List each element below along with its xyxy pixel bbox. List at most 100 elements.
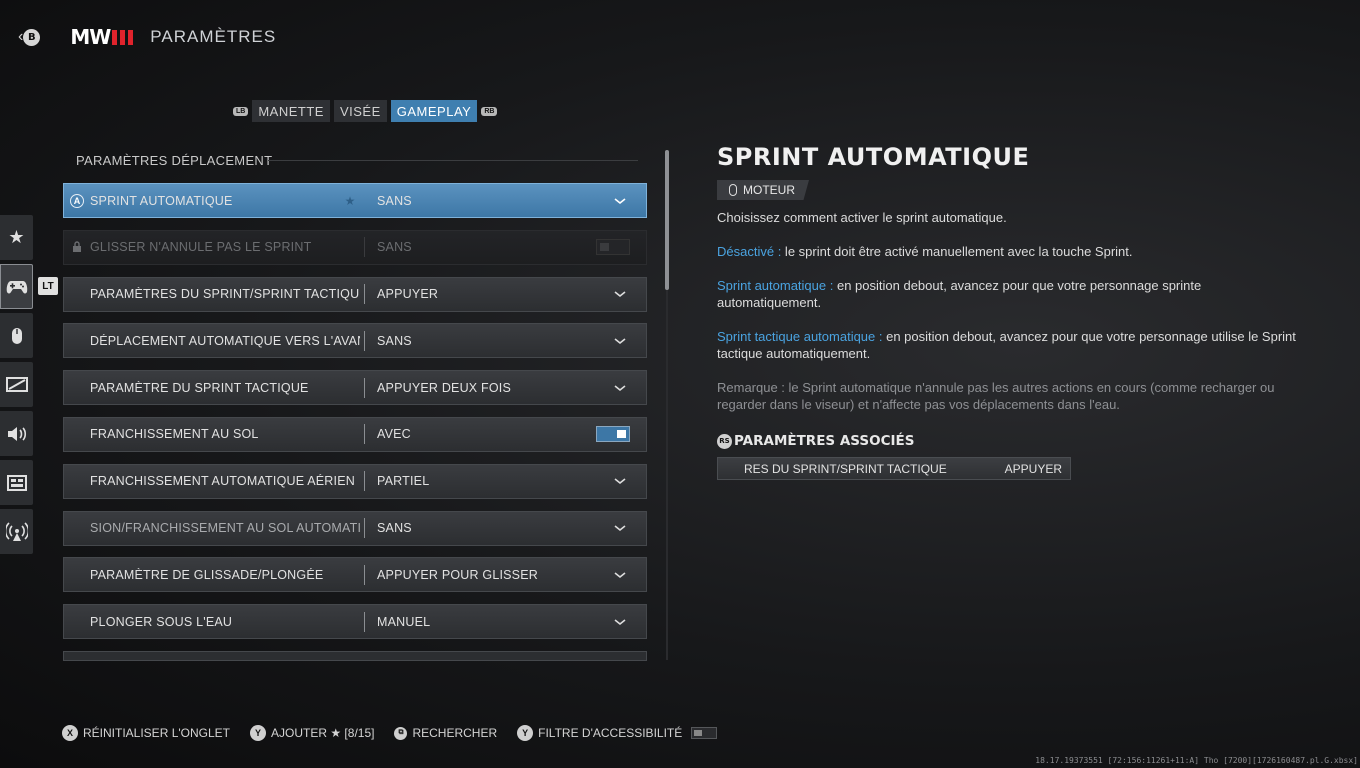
toggle-switch — [596, 239, 630, 256]
associated-setting-row[interactable]: RES DU SPRINT/SPRINT TACTIQUE APPUYER — [717, 457, 1071, 480]
chevron-down-icon[interactable] — [614, 475, 626, 487]
section-title: PARAMÈTRES DÉPLACEMENT — [76, 153, 273, 168]
detail-intro: Choisissez comment activer le sprint aut… — [717, 210, 1007, 225]
setting-row-glissade-plongee[interactable]: PARAMÈTRE DE GLISSADE/PLONGÉE APPUYER PO… — [63, 557, 647, 593]
chevron-down-icon[interactable] — [614, 616, 626, 628]
setting-label: FRANCHISSEMENT AU SOL — [90, 427, 259, 442]
search-button[interactable]: ⧉ RECHERCHER — [394, 726, 497, 740]
rb-bumper-glyph[interactable]: RB — [481, 106, 498, 116]
view-button-glyph: ⧉ — [394, 726, 408, 740]
game-logo: MW — [70, 25, 137, 49]
rail-mouse-keyboard[interactable] — [0, 313, 33, 358]
rail-audio[interactable] — [0, 411, 33, 456]
tab-gameplay[interactable]: GAMEPLAY — [390, 100, 478, 122]
category-rail: ★ — [0, 215, 33, 558]
setting-label: FRANCHISSEMENT AUTOMATIQUE AÉRIEN — [90, 474, 355, 489]
setting-label: GLISSER N'ANNULE PAS LE SPRINT — [90, 240, 312, 255]
setting-value: APPUYER DEUX FOIS — [377, 380, 511, 395]
row-divider — [364, 237, 365, 258]
chevron-down-icon[interactable] — [614, 522, 626, 534]
rail-graphics[interactable] — [0, 362, 33, 407]
detail-option-desactive: Désactivé : le sprint doit être activé m… — [717, 244, 1133, 259]
row-divider — [364, 191, 365, 211]
setting-label: PARAMÈTRE DU SPRINT TACTIQUE — [90, 380, 309, 395]
back-button[interactable]: ‹ B — [18, 28, 41, 46]
rail-interface[interactable] — [0, 460, 33, 505]
setting-row-franchissement-aerien[interactable]: FRANCHISSEMENT AUTOMATIQUE AÉRIEN PARTIE… — [63, 463, 647, 499]
page-title: PARAMÈTRES — [150, 27, 277, 46]
list-scrollbar-track[interactable] — [666, 290, 668, 660]
add-favorite-button[interactable]: Y AJOUTER ★ [8/15] — [250, 725, 374, 741]
setting-value: SANS — [377, 521, 412, 536]
header: ‹ B MW PARAMÈTRES — [18, 22, 276, 52]
setting-value: MANUEL — [377, 614, 431, 629]
chevron-down-icon[interactable] — [614, 288, 626, 300]
row-divider — [364, 471, 365, 492]
accessibility-filter-toggle[interactable] — [691, 727, 718, 739]
associated-setting-label: RES DU SPRINT/SPRINT TACTIQUE — [744, 461, 947, 476]
x-button-glyph: X — [62, 725, 78, 741]
detail-title: SPRINT AUTOMATIQUE — [717, 143, 1030, 171]
setting-value: AVEC — [377, 427, 411, 442]
setting-value: APPUYER POUR GLISSER — [377, 567, 538, 582]
settings-tabs: LB MANETTE VISÉE GAMEPLAY RB — [233, 100, 498, 122]
rail-controller[interactable] — [0, 264, 33, 309]
display-icon — [5, 376, 28, 392]
setting-label: SPRINT AUTOMATIQUE — [90, 193, 233, 208]
chevron-down-icon[interactable] — [614, 382, 626, 394]
setting-value: SANS — [377, 333, 412, 348]
chevron-down-icon[interactable] — [614, 195, 626, 207]
y-button-glyph: Y — [517, 725, 534, 741]
a-button-glyph: A — [70, 193, 84, 208]
setting-row-plonger-eau[interactable]: PLONGER SOUS L'EAU MANUEL — [63, 604, 647, 640]
rail-network[interactable] — [0, 509, 33, 554]
chevron-down-icon[interactable] — [614, 335, 626, 347]
setting-label: PARAMÈTRES DU SPRINT/SPRINT TACTIQUE — [90, 287, 360, 302]
star-icon: ★ — [8, 227, 25, 247]
setting-row-sprint-automatique[interactable]: A SPRINT AUTOMATIQUE ★ SANS — [63, 183, 647, 218]
rail-favorites[interactable]: ★ — [0, 215, 33, 260]
detail-note: Remarque : le Sprint automatique n'annul… — [717, 380, 1275, 412]
setting-row-franchissement-sol[interactable]: FRANCHISSEMENT AU SOL AVEC — [63, 416, 647, 452]
chevron-down-icon[interactable] — [614, 569, 626, 581]
associated-settings-title: RS PARAMÈTRES ASSOCIÉS — [717, 433, 915, 449]
tab-manette[interactable]: MANETTE — [252, 100, 330, 122]
detail-tag: MOTEUR — [717, 180, 809, 200]
associated-setting-value: APPUYER — [1004, 461, 1062, 476]
detail-option-sprint-tactique: Sprint tactique automatique : en positio… — [717, 329, 1296, 361]
setting-label: PARAMÈTRE DE GLISSADE/PLONGÉE — [90, 567, 324, 582]
setting-value: SANS — [377, 240, 412, 255]
row-divider — [364, 377, 365, 398]
setting-value: SANS — [377, 193, 412, 208]
rs-stick-glyph: RS — [717, 433, 732, 449]
interface-icon — [6, 474, 27, 491]
setting-row-franchissement-sol-auto[interactable]: SION/FRANCHISSEMENT AU SOL AUTOMATIQUE S… — [63, 510, 647, 546]
setting-label: PLONGER SOUS L'EAU — [90, 614, 233, 629]
setting-row-sprint-tactique[interactable]: PARAMÈTRE DU SPRINT TACTIQUE APPUYER DEU… — [63, 370, 647, 406]
toggle-switch[interactable] — [596, 426, 630, 443]
accessibility-filter-button[interactable]: Y FILTRE D'ACCESSIBILITÉ — [517, 725, 718, 741]
setting-value: PARTIEL — [377, 474, 430, 489]
favorite-star-icon[interactable]: ★ — [340, 194, 360, 208]
row-divider — [364, 284, 365, 305]
lt-trigger-glyph: LT — [38, 277, 58, 295]
row-divider — [364, 564, 365, 585]
row-divider — [364, 518, 365, 539]
speaker-icon — [7, 426, 26, 441]
setting-row-deplacement-auto[interactable]: DÉPLACEMENT AUTOMATIQUE VERS L'AVANT SAN… — [63, 323, 647, 359]
list-scrollbar-thumb[interactable] — [665, 150, 669, 290]
logo-iii-mark — [112, 29, 137, 45]
lock-icon — [73, 241, 81, 253]
network-icon — [5, 521, 28, 541]
setting-row-parametres-sprint[interactable]: PARAMÈTRES DU SPRINT/SPRINT TACTIQUE APP… — [63, 276, 647, 312]
setting-label: SION/FRANCHISSEMENT AU SOL AUTOMATIQUE — [90, 521, 360, 536]
reset-tab-button[interactable]: X RÉINITIALISER L'ONGLET — [62, 725, 230, 741]
row-divider — [364, 424, 365, 445]
y-button-glyph: Y — [250, 725, 266, 741]
mouse-icon — [729, 184, 737, 196]
setting-row-partial[interactable] — [63, 650, 647, 661]
row-divider — [364, 330, 365, 351]
detail-option-sprint-auto: Sprint automatique : en position debout,… — [717, 278, 1202, 310]
tab-visee[interactable]: VISÉE — [333, 100, 387, 122]
lb-bumper-glyph[interactable]: LB — [233, 106, 249, 116]
